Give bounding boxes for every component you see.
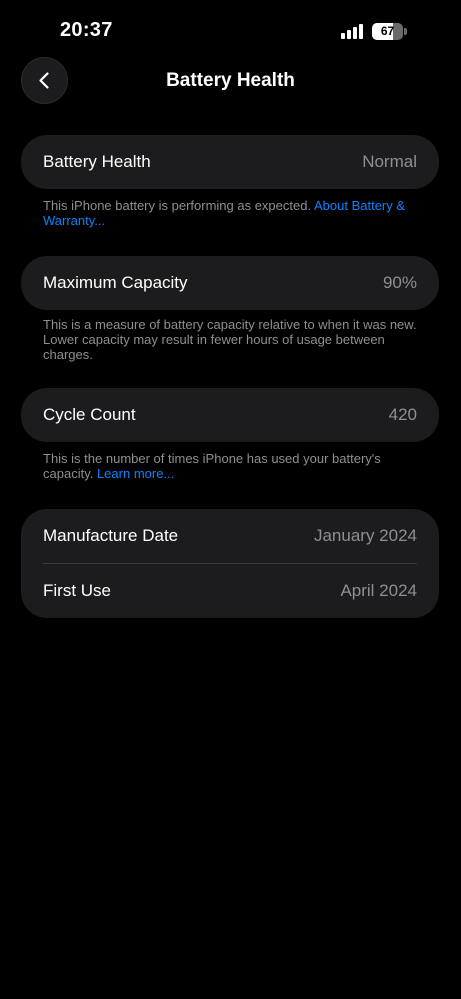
maximum-capacity-row: Maximum Capacity 90% (21, 256, 439, 310)
battery-level: 67 (380, 24, 395, 38)
battery-health-label: Battery Health (43, 152, 151, 171)
maximum-capacity-card: Maximum Capacity 90% (21, 256, 439, 310)
battery-health-footnote: This iPhone battery is performing as exp… (43, 198, 423, 228)
cycle-count-footnote: This is the number of times iPhone has u… (43, 451, 423, 481)
learn-more-link[interactable]: Learn more... (97, 466, 174, 481)
page-title: Battery Health (166, 70, 295, 91)
battery-health-value: Normal (362, 152, 417, 171)
manufacture-date-label: Manufacture Date (43, 526, 179, 545)
cycle-count-footnote-text: This is the number of times iPhone has u… (43, 451, 381, 481)
manufacture-date-row: Manufacture Date January 2024 (21, 509, 439, 563)
battery-health-footnote-text: This iPhone battery is performing as exp… (43, 198, 314, 213)
first-use-row: First Use April 2024 (21, 564, 439, 618)
cycle-count-label: Cycle Count (43, 405, 136, 424)
manufacture-date-value: January 2024 (313, 526, 417, 545)
cycle-count-value: 420 (388, 405, 417, 424)
battery-health-card: Battery Health Normal (21, 135, 439, 189)
maximum-capacity-footnote-text: This is a measure of battery capacity re… (43, 317, 417, 362)
maximum-capacity-label: Maximum Capacity (43, 273, 188, 292)
cellular-signal-icon (341, 23, 367, 39)
maximum-capacity-value: 90% (382, 273, 417, 292)
cycle-count-row: Cycle Count 420 (21, 388, 439, 442)
battery-icon: 67 (372, 23, 408, 40)
maximum-capacity-footnote: This is a measure of battery capacity re… (43, 317, 423, 362)
status-time: 20:37 (60, 19, 113, 41)
status-bar: 20:37 67 (0, 0, 461, 60)
dates-card: Manufacture Date January 2024 First Use … (21, 509, 439, 618)
first-use-label: First Use (43, 581, 111, 600)
battery-health-row: Battery Health Normal (21, 135, 439, 189)
cycle-count-card: Cycle Count 420 (21, 388, 439, 442)
first-use-value: April 2024 (340, 581, 417, 600)
